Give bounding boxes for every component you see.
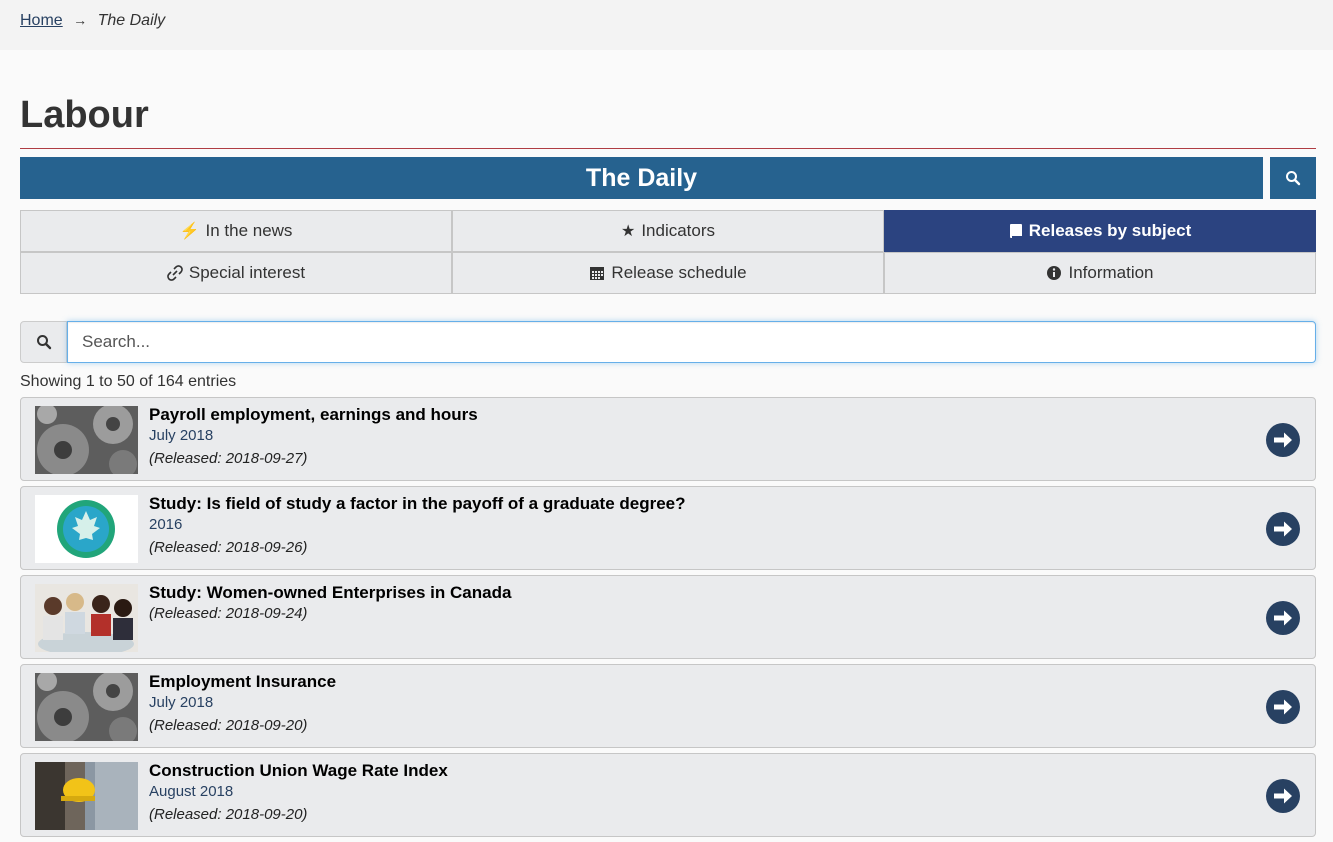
- release-list: Payroll employment, earnings and hours J…: [20, 397, 1316, 842]
- daily-title-bar[interactable]: The Daily: [20, 157, 1263, 199]
- info-icon: [1047, 266, 1062, 280]
- link-icon: [167, 265, 183, 281]
- item-released: (Released: 2018-09-24): [149, 605, 308, 622]
- tab-special-interest[interactable]: Special interest: [20, 252, 452, 294]
- breadcrumb-current: The Daily: [97, 12, 166, 29]
- item-title[interactable]: Construction Union Wage Rate Index: [149, 761, 448, 781]
- tab-label: Special interest: [188, 263, 306, 282]
- item-released: (Released: 2018-09-26): [149, 539, 308, 556]
- tab-information[interactable]: Information: [884, 252, 1316, 294]
- arrow-right-icon: →: [73, 12, 88, 28]
- list-item[interactable]: Study: Women-owned Enterprises in Canada…: [20, 575, 1316, 659]
- item-title[interactable]: Employment Insurance: [149, 672, 336, 692]
- results-summary: Showing 1 to 50 of 164 entries: [20, 373, 237, 390]
- breadcrumb-home-link[interactable]: Home: [20, 12, 63, 29]
- page-title: Labour: [20, 94, 149, 136]
- nav-tabs: ⚡ In the news ★ Indicators Releases by s…: [20, 210, 1316, 294]
- hardhat-image: [35, 762, 138, 830]
- search-bar: [20, 321, 1316, 363]
- list-item[interactable]: Payroll employment, earnings and hours J…: [20, 397, 1316, 481]
- statcan-logo-image: [35, 495, 138, 563]
- bolt-icon: ⚡: [179, 223, 200, 240]
- item-released: (Released: 2018-09-20): [149, 717, 308, 734]
- daily-title[interactable]: The Daily: [586, 164, 697, 193]
- item-title[interactable]: Study: Is field of study a factor in the…: [149, 494, 686, 514]
- item-subtitle: 2016: [149, 516, 183, 533]
- arrow-circle-right-icon[interactable]: [1265, 511, 1301, 547]
- tab-indicators[interactable]: ★ Indicators: [452, 210, 884, 252]
- tab-label: Information: [1068, 263, 1154, 282]
- item-title[interactable]: Payroll employment, earnings and hours: [149, 405, 478, 425]
- list-item[interactable]: Study: Is field of study a factor in the…: [20, 486, 1316, 570]
- tab-in-the-news[interactable]: ⚡ In the news: [20, 210, 452, 252]
- search-input[interactable]: [67, 321, 1316, 363]
- search-icon: [36, 335, 51, 350]
- gears-image: [35, 406, 138, 474]
- gears-image: [35, 673, 138, 741]
- tab-label: Releases by subject: [1028, 221, 1192, 240]
- calendar-icon: [590, 267, 605, 280]
- tab-label: In the news: [205, 221, 293, 240]
- arrow-circle-right-icon[interactable]: [1265, 689, 1301, 725]
- item-subtitle: July 2018: [149, 694, 214, 711]
- arrow-circle-right-icon[interactable]: [1265, 600, 1301, 636]
- breadcrumb: Home → The Daily: [20, 12, 165, 30]
- breadcrumb-bar: Home → The Daily: [0, 0, 1333, 50]
- star-icon: ★: [620, 223, 636, 240]
- title-divider: [20, 148, 1316, 149]
- arrow-circle-right-icon[interactable]: [1265, 422, 1301, 458]
- list-item[interactable]: Construction Union Wage Rate Index Augus…: [20, 753, 1316, 837]
- search-button[interactable]: [20, 321, 67, 363]
- item-released: (Released: 2018-09-20): [149, 806, 308, 823]
- daily-search-button[interactable]: [1270, 157, 1316, 199]
- tab-release-schedule[interactable]: Release schedule: [452, 252, 884, 294]
- search-icon: [1286, 171, 1301, 186]
- business-women-image: [35, 584, 138, 652]
- arrow-circle-right-icon[interactable]: [1265, 778, 1301, 814]
- tab-label: Release schedule: [611, 263, 747, 282]
- item-subtitle: August 2018: [149, 783, 234, 800]
- tab-releases-by-subject[interactable]: Releases by subject: [884, 210, 1316, 252]
- tab-label: Indicators: [641, 221, 716, 240]
- book-icon: [1009, 224, 1022, 238]
- item-subtitle: July 2018: [149, 427, 214, 444]
- item-released: (Released: 2018-09-27): [149, 450, 308, 467]
- item-title[interactable]: Study: Women-owned Enterprises in Canada: [149, 583, 511, 603]
- list-item[interactable]: Employment Insurance July 2018 (Released…: [20, 664, 1316, 748]
